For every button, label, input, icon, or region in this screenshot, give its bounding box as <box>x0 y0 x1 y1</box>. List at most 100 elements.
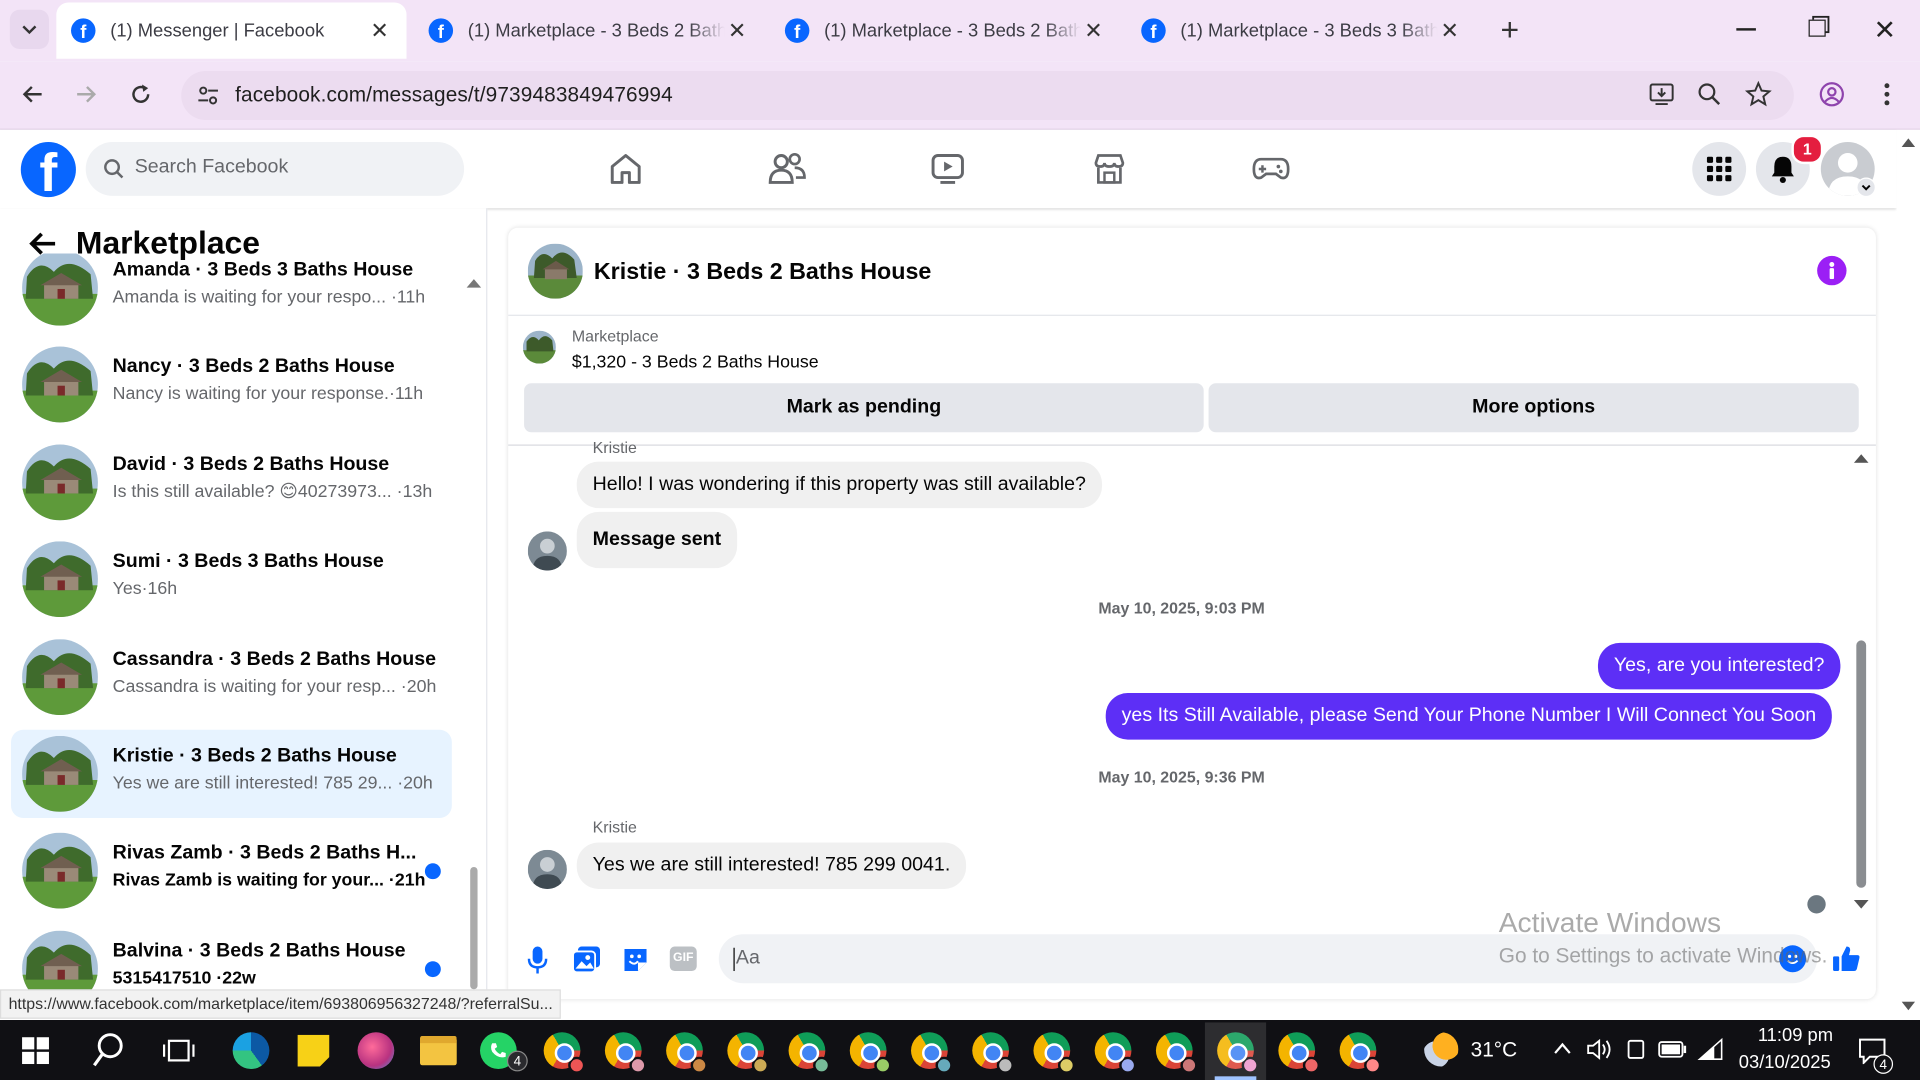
volume-icon[interactable] <box>1586 1037 1613 1061</box>
restore-button[interactable] <box>1808 19 1826 37</box>
clock-date[interactable]: 03/10/2025 <box>1739 1052 1831 1073</box>
page-scrollbar[interactable] <box>1896 129 1920 1021</box>
sender-avatar[interactable] <box>527 531 567 571</box>
minimize-button[interactable] <box>1736 28 1756 31</box>
chrome-window-icon[interactable] <box>604 1032 647 1074</box>
marketplace-icon[interactable] <box>1091 151 1128 188</box>
outgoing-message[interactable]: Yes, are you interested? <box>1597 642 1841 690</box>
scroll-up-arrow-icon[interactable] <box>466 277 482 288</box>
facebook-logo[interactable]: f <box>20 142 76 198</box>
zoom-icon[interactable] <box>1697 82 1721 106</box>
chrome-window-icon[interactable] <box>666 1032 708 1074</box>
chrome-window-icon[interactable] <box>972 1032 1014 1074</box>
search-placeholder[interactable]: Search Facebook <box>135 157 289 179</box>
device-icon[interactable] <box>1625 1038 1647 1060</box>
microphone-icon[interactable] <box>525 945 549 974</box>
tray-chevron-up-icon[interactable] <box>1553 1041 1573 1056</box>
chrome-window-icon[interactable] <box>1033 1032 1076 1074</box>
conversation-row[interactable]: Sumi · 3 Beds 3 Baths House Yes·16h <box>11 535 452 623</box>
file-explorer-icon[interactable] <box>420 1035 457 1066</box>
forward-arrow-icon[interactable] <box>73 82 97 106</box>
taskbar-search-icon[interactable] <box>92 1032 126 1069</box>
scrollbar-thumb[interactable] <box>470 866 478 990</box>
back-arrow-icon[interactable] <box>21 82 45 106</box>
chrome-window-icon[interactable] <box>1278 1032 1321 1074</box>
listing-title[interactable]: $1,320 - 3 Beds 2 Baths House <box>572 353 819 373</box>
url-text[interactable]: facebook.com/messages/t/9739483849476994 <box>235 83 673 107</box>
chat-scrollbar[interactable] <box>1853 448 1870 913</box>
chrome-window-icon[interactable] <box>1155 1032 1198 1074</box>
gaming-icon[interactable] <box>1251 151 1290 188</box>
close-window-button[interactable]: ✕ <box>1873 15 1896 47</box>
sender-avatar[interactable] <box>527 849 567 889</box>
chrome-window-icon[interactable] <box>849 1032 892 1074</box>
conversation-row[interactable]: David · 3 Beds 2 Baths House Is this stil… <box>11 438 452 526</box>
scroll-up-arrow-icon[interactable] <box>1853 453 1869 463</box>
weather-temp[interactable]: 31°C <box>1471 1038 1518 1062</box>
tab-search-button[interactable] <box>9 9 49 49</box>
battery-icon[interactable] <box>1658 1041 1687 1058</box>
chrome-window-icon[interactable] <box>727 1032 769 1074</box>
scroll-down-arrow-icon[interactable] <box>1853 900 1869 910</box>
close-tab-icon[interactable]: ✕ <box>1081 18 1105 44</box>
sticker-icon[interactable] <box>621 945 650 974</box>
account-chevron[interactable] <box>1856 177 1876 198</box>
conversation-row[interactable]: Balvina · 3 Beds 2 Baths House 5315417510… <box>11 924 452 990</box>
scrollbar-thumb[interactable] <box>1856 640 1867 888</box>
close-tab-icon[interactable]: ✕ <box>1438 18 1462 44</box>
conversation-row[interactable]: Cassandra · 3 Beds 2 Baths House Cassandr… <box>11 633 452 721</box>
more-options-button[interactable]: More options <box>1208 383 1859 433</box>
mark-as-pending-button[interactable]: Mark as pending <box>524 383 1204 433</box>
tab-marketplace-1[interactable]: f (1) Marketplace - 3 Beds 2 Bath ✕ <box>428 2 760 58</box>
tab-marketplace-3[interactable]: f (1) Marketplace - 3 Beds 3 Bath ✕ <box>1141 2 1472 58</box>
photo-icon[interactable] <box>572 945 601 974</box>
tab-messenger[interactable]: f (1) Messenger | Facebook ✕ <box>56 2 407 59</box>
weather-icon[interactable] <box>1424 1032 1459 1067</box>
conversation-row[interactable]: Amanda · 3 Beds 3 Baths House Amanda is w… <box>11 253 452 331</box>
friends-icon[interactable] <box>768 151 807 188</box>
new-tab-button[interactable]: + <box>1494 13 1526 47</box>
snipping-tool-icon[interactable] <box>357 1032 395 1069</box>
conversation-row[interactable]: Kristie · 3 Beds 2 Baths House Yes we are… <box>11 729 452 818</box>
tab-marketplace-2[interactable]: f (1) Marketplace - 3 Beds 2 Bath ✕ <box>784 2 1116 58</box>
scroll-down-arrow-icon[interactable] <box>1901 1001 1916 1012</box>
windows-start-icon[interactable] <box>22 1037 49 1065</box>
listing-thumbnail[interactable] <box>522 330 556 364</box>
composer-placeholder[interactable]: Aa <box>736 948 760 970</box>
chrome-window-icon[interactable] <box>543 1032 586 1074</box>
thumbs-up-icon[interactable] <box>1832 944 1861 973</box>
chat-title[interactable]: Kristie · 3 Beds 2 Baths House <box>594 260 931 287</box>
wifi-icon[interactable] <box>1697 1037 1724 1061</box>
menu-button[interactable] <box>1692 142 1747 196</box>
gif-button[interactable]: GIF <box>669 946 697 972</box>
bookmark-star-icon[interactable] <box>1744 80 1772 108</box>
clock-time[interactable]: 11:09 pm <box>1745 1025 1833 1046</box>
profile-icon[interactable] <box>1818 81 1845 108</box>
close-tab-icon[interactable]: ✕ <box>725 18 749 44</box>
video-icon[interactable] <box>929 151 966 188</box>
reload-icon[interactable] <box>129 82 153 106</box>
browser-menu-icon[interactable] <box>1876 81 1898 108</box>
home-icon[interactable] <box>607 151 644 188</box>
conversation-info-button[interactable] <box>1817 255 1847 286</box>
site-settings-icon[interactable] <box>196 83 220 107</box>
conversation-scrollbar[interactable] <box>466 272 482 990</box>
chrome-window-icon[interactable] <box>1339 1032 1382 1074</box>
notification-badge: 1 <box>1791 134 1824 165</box>
edge-icon[interactable] <box>232 1032 270 1069</box>
incoming-message[interactable]: Yes we are still interested! 785 299 004… <box>576 842 967 889</box>
incoming-message[interactable]: Message sent <box>576 511 738 569</box>
conversation-row[interactable]: Nancy · 3 Beds 2 Baths House Nancy is wai… <box>11 341 452 429</box>
chrome-window-icon[interactable] <box>911 1032 953 1074</box>
chrome-window-icon[interactable] <box>1094 1032 1137 1074</box>
install-app-icon[interactable] <box>1648 81 1675 108</box>
conversation-row[interactable]: Rivas Zamb · 3 Beds 2 Baths H... Rivas Za… <box>11 827 452 915</box>
outgoing-message[interactable]: yes Its Still Available, please Send You… <box>1105 693 1833 740</box>
task-view-icon[interactable] <box>162 1035 195 1067</box>
incoming-message[interactable]: Hello! I was wondering if this property … <box>576 461 1102 509</box>
scroll-up-arrow-icon[interactable] <box>1901 137 1916 147</box>
back-arrow-icon[interactable] <box>28 230 57 257</box>
close-tab-icon[interactable]: ✕ <box>367 18 391 44</box>
chat-header-avatar[interactable] <box>527 243 583 299</box>
chrome-window-icon[interactable] <box>788 1032 831 1074</box>
